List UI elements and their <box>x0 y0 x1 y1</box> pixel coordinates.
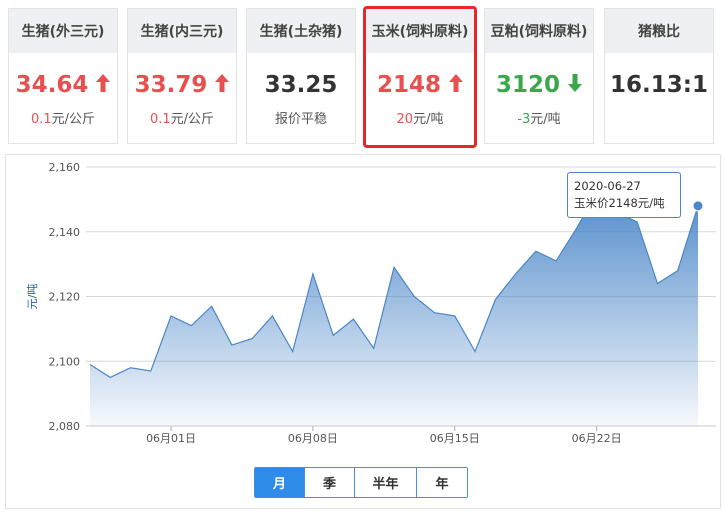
y-axis-title: 元/吨 <box>26 284 39 310</box>
range-tab[interactable]: 季 <box>305 468 355 497</box>
arrow-up-icon <box>215 72 230 98</box>
card-change: 报价平稳 <box>247 108 355 127</box>
card-value: 33.25 <box>247 70 355 100</box>
y-tick-label: 2,140 <box>49 226 81 239</box>
tooltip-label: 玉米价2148元/吨 <box>574 196 665 210</box>
series-area <box>90 192 698 426</box>
card-change-unit: 元/公斤 <box>51 112 96 127</box>
arrow-up-icon <box>96 72 111 98</box>
card-value: 33.79 <box>128 70 236 100</box>
card-value-number: 34.64 <box>15 72 89 98</box>
y-tick-label: 2,080 <box>49 420 81 433</box>
card-title: 生猪(内三元) <box>128 9 236 53</box>
price-card[interactable]: 生猪(外三元) 34.64 0.1元/公斤 <box>8 8 118 144</box>
card-change-number: 0.1 <box>30 112 52 127</box>
card-value-number: 16.13:1 <box>610 72 708 98</box>
card-title: 猪粮比 <box>605 9 713 53</box>
range-tab[interactable]: 月 <box>255 468 305 497</box>
price-card[interactable]: 豆粕(饲料原料) 3120 -3元/吨 <box>484 8 594 144</box>
card-value-number: 2148 <box>376 72 441 98</box>
price-card[interactable]: 生猪(土杂猪) 33.25 报价平稳 <box>246 8 356 144</box>
range-tab[interactable]: 半年 <box>355 468 417 497</box>
x-tick-label: 06月01日 <box>146 432 196 445</box>
card-note: 报价平稳 <box>274 112 327 127</box>
card-value-number: 3120 <box>495 72 560 98</box>
y-tick-label: 2,160 <box>49 161 81 174</box>
card-value: 34.64 <box>9 70 117 100</box>
y-tick-label: 2,120 <box>49 291 81 304</box>
range-tabs: 月季半年年 <box>254 467 468 498</box>
highlight-point <box>692 200 704 212</box>
card-change: -3元/吨 <box>485 108 593 127</box>
card-change-unit: 元/吨 <box>413 112 444 127</box>
range-tab[interactable]: 年 <box>417 468 467 497</box>
x-tick-label: 06月22日 <box>572 432 622 445</box>
price-card[interactable]: 生猪(内三元) 33.79 0.1元/公斤 <box>127 8 237 144</box>
card-title: 豆粕(饲料原料) <box>485 9 593 53</box>
card-title: 玉米(饲料原料) <box>366 9 474 53</box>
card-change: 0.1元/公斤 <box>9 108 117 127</box>
x-tick-label: 06月15日 <box>430 432 480 445</box>
x-tick-label: 06月08日 <box>288 432 338 445</box>
card-change: 20元/吨 <box>366 108 474 127</box>
price-card[interactable]: 玉米(饲料原料) 2148 20元/吨 <box>363 6 477 148</box>
arrow-down-icon <box>568 72 582 98</box>
card-value: 16.13:1 <box>605 70 713 100</box>
card-value: 3120 <box>485 70 593 100</box>
card-value: 2148 <box>366 70 474 100</box>
y-tick-label: 2,100 <box>49 355 81 368</box>
card-change-number: 0.1 <box>149 112 171 127</box>
tooltip-date: 2020-06-27 <box>574 179 641 193</box>
card-value-number: 33.79 <box>134 72 208 98</box>
card-change-number: 20 <box>396 112 414 127</box>
chart-tooltip: 2020-06-27 玉米价2148元/吨 <box>567 172 681 218</box>
card-change: 0.1元/公斤 <box>128 108 236 127</box>
arrow-up-icon <box>449 72 463 98</box>
card-value-number: 33.25 <box>264 72 338 98</box>
card-change-number: -3 <box>517 112 531 127</box>
card-title: 生猪(外三元) <box>9 9 117 53</box>
price-card[interactable]: 猪粮比 16.13:1 <box>604 8 714 144</box>
card-change-unit: 元/公斤 <box>170 112 215 127</box>
card-change-unit: 元/吨 <box>530 112 561 127</box>
card-title: 生猪(土杂猪) <box>247 9 355 53</box>
